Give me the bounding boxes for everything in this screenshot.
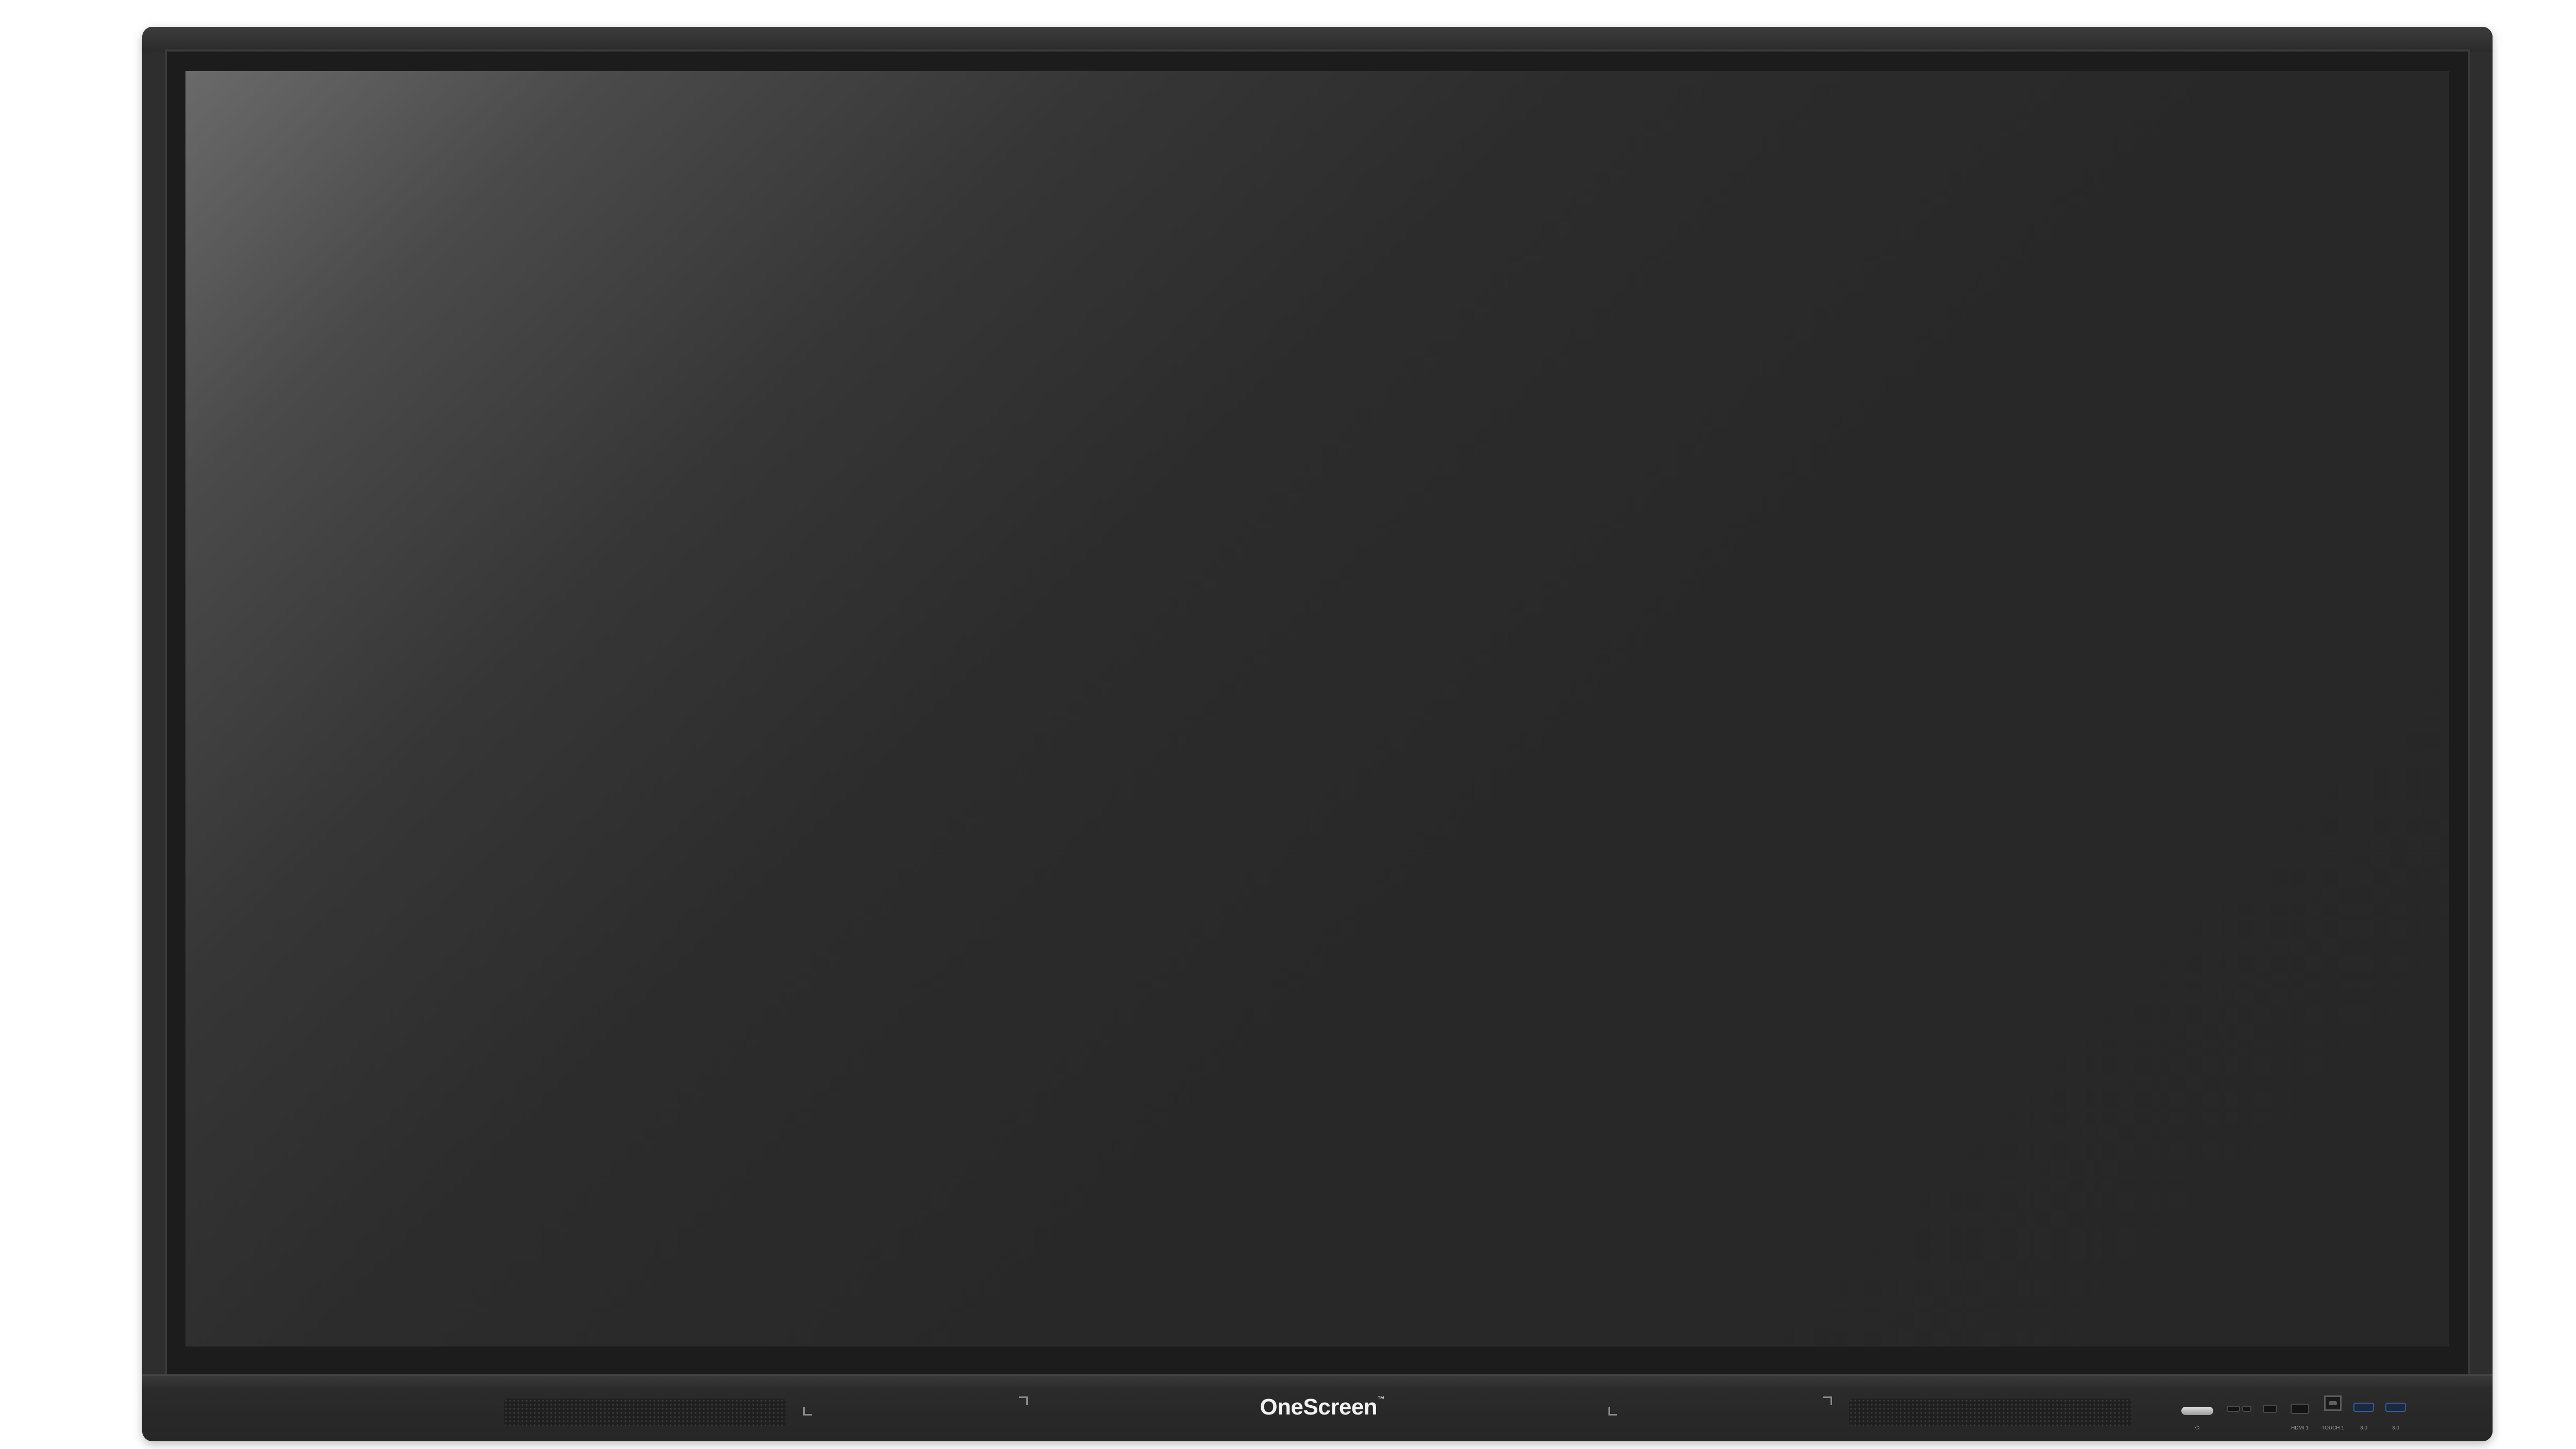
touch-port-label: TOUCH 1 [2321, 1425, 2344, 1431]
speaker-grille-left [504, 1399, 786, 1426]
display-front-panel: OneScreen™ ⏻ HDMI 1 TOUCH 1 3.0 3.0 [142, 1374, 2493, 1441]
sensor-mark-4 [1823, 1396, 1832, 1405]
indicator-led-1 [2227, 1406, 2240, 1412]
trademark-symbol: ™ [1377, 1394, 1384, 1403]
speaker-grille-right [1849, 1399, 2131, 1426]
usb-port-1-label: 3.0 [2360, 1425, 2367, 1431]
touch-usb-port[interactable] [2324, 1395, 2342, 1411]
indicator-led-2 [2242, 1406, 2251, 1412]
display-screen[interactable] [185, 71, 2449, 1346]
brand-name: OneScreen [1260, 1394, 1378, 1420]
hdmi-port[interactable] [2291, 1404, 2309, 1414]
usb-a-port-1[interactable] [2353, 1403, 2374, 1412]
sensor-mark-2 [1019, 1396, 1028, 1405]
brand-logo: OneScreen™ [1234, 1394, 1410, 1420]
sensor-mark-3 [1608, 1407, 1617, 1416]
usb-port-2-label: 3.0 [2392, 1425, 2399, 1431]
interactive-display: OneScreen™ ⏻ HDMI 1 TOUCH 1 3.0 3.0 [142, 27, 2493, 1441]
power-button[interactable] [2181, 1407, 2213, 1415]
usb-a-port-2[interactable] [2385, 1403, 2406, 1412]
sensor-mark-1 [803, 1407, 812, 1416]
usb-c-port[interactable] [2263, 1405, 2277, 1413]
hdmi-port-label: HDMI 1 [2291, 1425, 2309, 1431]
power-label: ⏻ [2195, 1425, 2199, 1431]
display-top-frame [142, 27, 2493, 53]
